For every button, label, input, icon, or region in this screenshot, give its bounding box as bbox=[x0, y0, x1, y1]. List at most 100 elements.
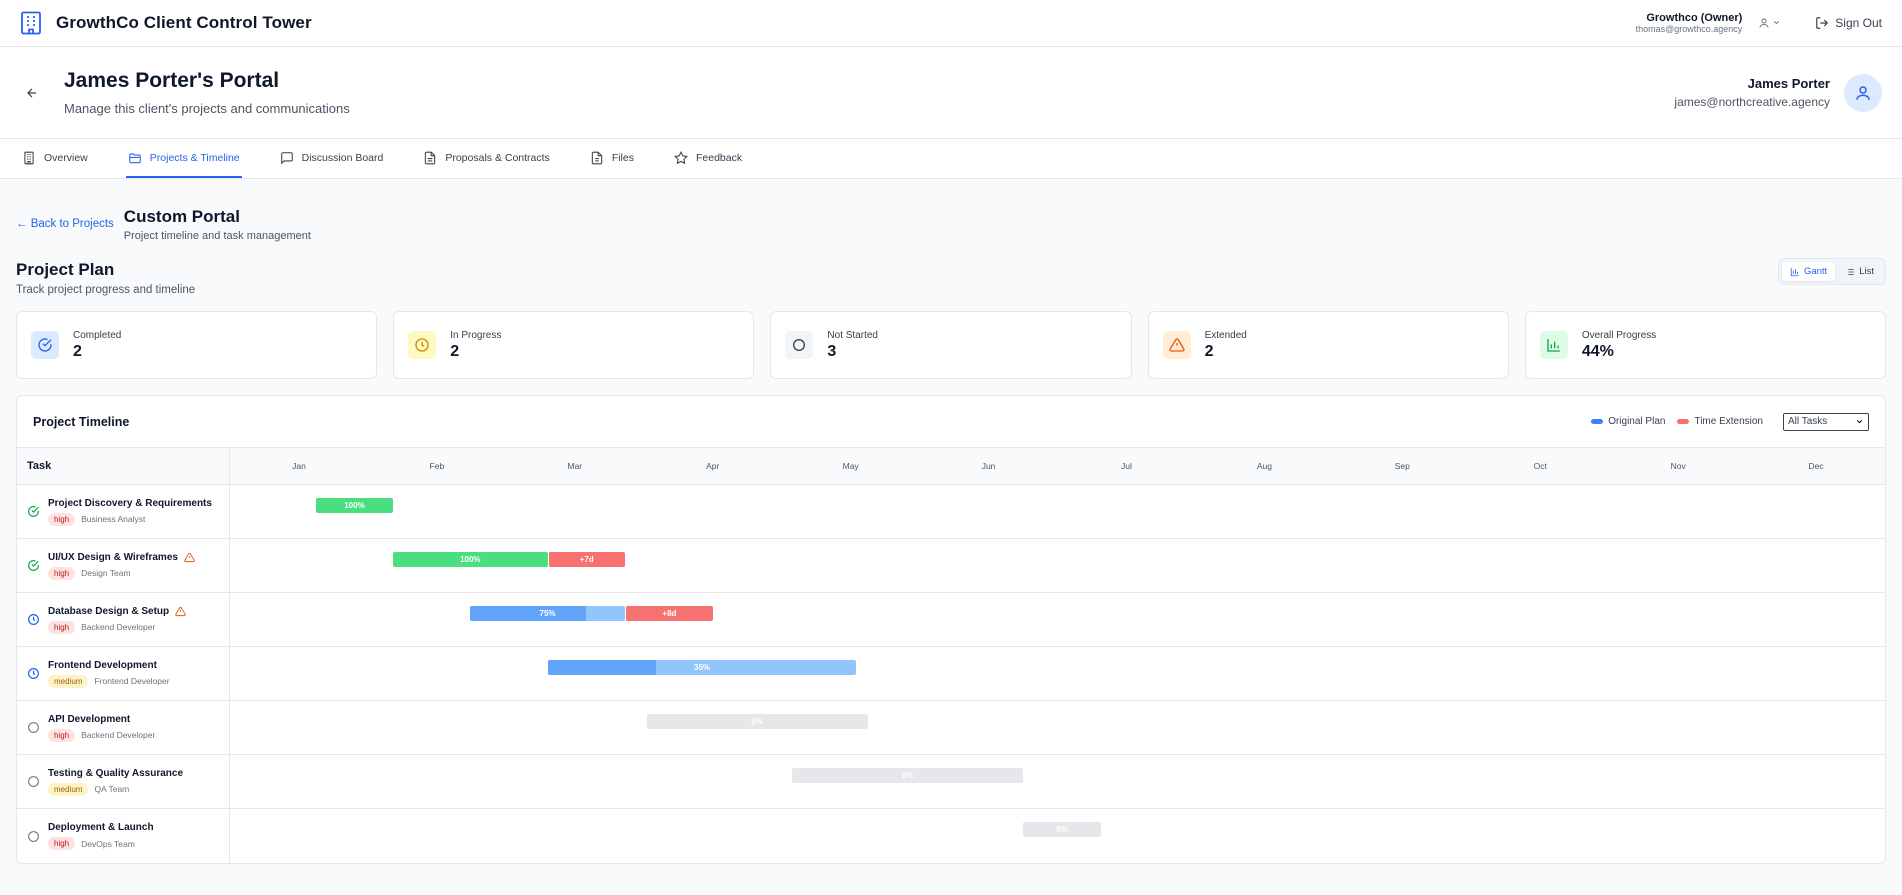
gantt-bar-progress bbox=[547, 660, 656, 675]
clock-icon bbox=[415, 338, 429, 352]
building-icon bbox=[24, 151, 34, 164]
stat-icon-box bbox=[408, 331, 437, 359]
task-meta: high Backend Developer bbox=[48, 620, 186, 634]
task-meta: medium QA Team bbox=[48, 782, 183, 796]
gantt-label: Gantt bbox=[1803, 266, 1828, 277]
gantt-bar[interactable]: 0% bbox=[1023, 822, 1101, 837]
stat-value: 2 bbox=[450, 342, 460, 360]
month-header-feb: Feb bbox=[429, 461, 445, 471]
project-subtitle: Project timeline and task management bbox=[123, 230, 311, 242]
building-logo-icon bbox=[21, 11, 41, 35]
folder-icon bbox=[128, 152, 141, 163]
tab-label: Discussion Board bbox=[301, 151, 384, 164]
task-name: Frontend Development bbox=[48, 660, 170, 671]
month-header-mar: Mar bbox=[567, 461, 583, 471]
stat-label: Extended bbox=[1204, 329, 1247, 341]
sign-out-button[interactable]: Sign Out bbox=[1815, 16, 1882, 30]
task-name: Testing & Quality Assurance bbox=[48, 768, 183, 779]
back-button[interactable] bbox=[20, 81, 44, 105]
task-cell: Frontend Development medium Frontend Devel… bbox=[17, 647, 230, 700]
back-to-projects-link[interactable]: ← Back to Projects bbox=[16, 218, 114, 230]
task-meta: high Backend Developer bbox=[48, 728, 156, 742]
gantt-bar[interactable]: 35% bbox=[547, 660, 857, 675]
priority-badge: high bbox=[48, 620, 76, 634]
portal-subtitle: Manage this client's projects and commun… bbox=[64, 101, 350, 116]
task-name: API Development bbox=[48, 714, 155, 725]
gantt-bar[interactable]: 100% bbox=[393, 552, 548, 567]
task-info: Frontend Development medium Frontend Devel… bbox=[48, 660, 170, 688]
table-row[interactable]: UI/UX Design & Wireframes high Design Team… bbox=[17, 539, 1885, 593]
gantt-bar[interactable]: 100% bbox=[315, 498, 394, 513]
tab-proposals-contracts[interactable]: Proposals & Contracts bbox=[421, 139, 551, 178]
tab-files[interactable]: Files bbox=[588, 139, 636, 178]
user-menu-button[interactable] bbox=[1758, 17, 1781, 29]
gantt-bar[interactable]: 75% bbox=[470, 606, 625, 621]
file-icon bbox=[591, 151, 603, 164]
month-header-jul: Jul bbox=[1121, 461, 1132, 471]
gantt-bar[interactable]: 0% bbox=[791, 768, 1024, 783]
table-row[interactable]: Deployment & Launch high DevOps Team 0% bbox=[17, 809, 1885, 863]
task-cell: Project Discovery & Requirements high Busi… bbox=[17, 485, 230, 538]
task-cell: API Development high Backend Developer bbox=[17, 701, 230, 754]
list-view-button[interactable]: List bbox=[1837, 262, 1882, 281]
timeline-track: 100% +7d bbox=[230, 539, 1885, 592]
task-info: Testing & Quality Assurance medium QA Team bbox=[48, 768, 183, 796]
top-bar: GrowthCo Client Control Tower Growthco (… bbox=[0, 0, 1902, 47]
star-icon bbox=[674, 150, 688, 164]
project-timeline-card: Project Timeline Original Plan Time Exte… bbox=[16, 395, 1886, 864]
table-row[interactable]: Testing & Quality Assurance medium QA Team… bbox=[17, 755, 1885, 809]
task-role: Backend Developer bbox=[81, 730, 156, 740]
stats-row: Completed 2 In Progress 2 Not Started 3 bbox=[16, 311, 1887, 379]
task-info: Deployment & Launch high DevOps Team bbox=[48, 822, 154, 850]
clock-icon bbox=[28, 668, 39, 679]
task-name: Database Design & Setup bbox=[48, 606, 186, 617]
task-filter-value: All Tasks bbox=[1788, 416, 1828, 427]
document-icon bbox=[425, 151, 436, 164]
avatar bbox=[1844, 73, 1882, 112]
gantt-bar-label: 100% bbox=[460, 555, 481, 564]
task-cell: UI/UX Design & Wireframes high Design Team bbox=[17, 539, 230, 592]
task-role: Business Analyst bbox=[81, 514, 146, 524]
task-name: Project Discovery & Requirements bbox=[48, 498, 212, 509]
task-column-header: Task bbox=[17, 448, 230, 484]
stat-completed: Completed 2 bbox=[16, 311, 378, 379]
tab-feedback[interactable]: Feedback bbox=[672, 139, 744, 178]
account-org: Growthco (Owner) bbox=[1646, 11, 1743, 24]
month-header-jan: Jan bbox=[292, 461, 306, 471]
gantt-bar[interactable]: 0% bbox=[646, 714, 868, 729]
task-info: Project Discovery & Requirements high Busi… bbox=[48, 498, 212, 526]
task-filter-select[interactable]: All Tasks bbox=[1783, 412, 1869, 431]
table-row[interactable]: API Development high Backend Developer 0% bbox=[17, 701, 1885, 755]
timeline-track: 35% bbox=[230, 647, 1885, 700]
stat-label: Completed bbox=[73, 329, 122, 341]
table-row[interactable]: Database Design & Setup high Backend Devel… bbox=[17, 593, 1885, 647]
task-name: Deployment & Launch bbox=[48, 822, 154, 833]
sign-out-label: Sign Out bbox=[1835, 15, 1882, 30]
gantt-extension-bar[interactable]: +7d bbox=[547, 552, 625, 567]
tab-projects-timeline[interactable]: Projects & Timeline bbox=[125, 139, 242, 178]
check-circle-icon bbox=[28, 506, 39, 517]
task-name: UI/UX Design & Wireframes bbox=[48, 552, 195, 563]
gantt-bar-label: 100% bbox=[344, 501, 365, 510]
task-info: Database Design & Setup high Backend Devel… bbox=[48, 606, 186, 634]
legend-original-plan: Original Plan bbox=[1591, 416, 1665, 427]
arrow-left-icon bbox=[27, 88, 37, 97]
account-email: thomas@growthco.agency bbox=[1635, 24, 1743, 35]
task-name-text: Testing & Quality Assurance bbox=[48, 767, 184, 779]
task-meta: high Business Analyst bbox=[48, 512, 212, 526]
bar-chart-icon bbox=[1547, 339, 1560, 352]
stat-icon-box bbox=[1539, 331, 1568, 359]
gantt-bar-label: 0% bbox=[751, 717, 763, 726]
gantt-view-button[interactable]: Gantt bbox=[1781, 262, 1836, 281]
tab-discussion-board[interactable]: Discussion Board bbox=[278, 139, 386, 178]
gantt-extension-bar[interactable]: +8d bbox=[624, 606, 714, 621]
stat-icon-box bbox=[1162, 331, 1191, 359]
priority-badge: high bbox=[48, 837, 76, 850]
list-icon bbox=[1846, 268, 1854, 275]
stat-extended: Extended 2 bbox=[1147, 311, 1509, 379]
month-header-jun: Jun bbox=[981, 461, 996, 471]
tab-overview[interactable]: Overview bbox=[20, 139, 90, 178]
table-row[interactable]: Project Discovery & Requirements high Busi… bbox=[17, 485, 1885, 539]
task-meta: high Design Team bbox=[48, 566, 195, 580]
table-row[interactable]: Frontend Development medium Frontend Devel… bbox=[17, 647, 1885, 701]
